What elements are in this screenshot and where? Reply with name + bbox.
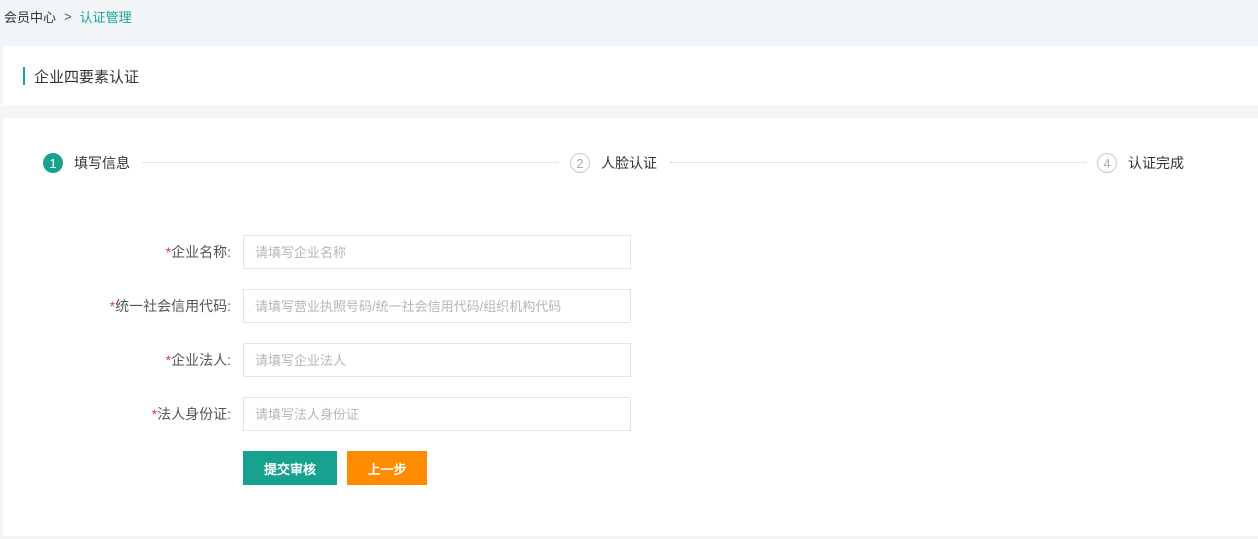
step-connector-1	[143, 162, 558, 163]
company-name-label: *企业名称:	[165, 244, 231, 260]
step-connector-2	[670, 162, 1086, 163]
legal-id-label: *法人身份证:	[151, 406, 231, 422]
breadcrumb-home-link[interactable]: 会员中心	[4, 7, 56, 26]
step-label-fill-info: 填写信息	[74, 155, 130, 171]
form-row-company-name: *企业名称:	[3, 235, 631, 269]
form-row-legal-id: *法人身份证:	[3, 397, 631, 431]
legal-person-input[interactable]	[243, 343, 631, 377]
breadcrumb-current[interactable]: 认证管理	[80, 7, 132, 26]
form-row-legal-person: *企业法人:	[3, 343, 631, 377]
title-card: 企业四要素认证	[3, 46, 1258, 105]
form-row-credit-code: *统一社会信用代码:	[3, 289, 631, 323]
step-label-complete: 认证完成	[1128, 155, 1184, 171]
company-name-input[interactable]	[243, 235, 631, 269]
step-indicator: 1 填写信息 2 人脸认证 4 认证完成	[43, 152, 1193, 174]
previous-step-button[interactable]: 上一步	[347, 451, 427, 485]
breadcrumb-separator: >	[64, 8, 72, 24]
legal-id-input[interactable]	[243, 397, 631, 431]
step-number-4: 4	[1097, 153, 1117, 173]
step-fill-info: 1 填写信息	[43, 152, 130, 174]
page-title: 企业四要素认证	[34, 69, 140, 86]
step-number-2: 2	[570, 153, 590, 173]
step-label-face-auth: 人脸认证	[601, 155, 657, 171]
credit-code-input[interactable]	[243, 289, 631, 323]
legal-person-label: *企业法人:	[165, 352, 231, 368]
step-complete: 4 认证完成	[1097, 152, 1184, 174]
submit-review-button[interactable]: 提交审核	[243, 451, 337, 485]
breadcrumb: 会员中心 > 认证管理	[4, 6, 132, 26]
step-face-auth: 2 人脸认证	[570, 152, 657, 174]
title-accent-bar	[23, 67, 25, 85]
form-card: 1 填写信息 2 人脸认证 4 认证完成 *企业名称: *统一社会信用代码: *…	[3, 118, 1258, 536]
credit-code-label: *统一社会信用代码:	[109, 298, 231, 314]
step-number-1: 1	[43, 153, 63, 173]
